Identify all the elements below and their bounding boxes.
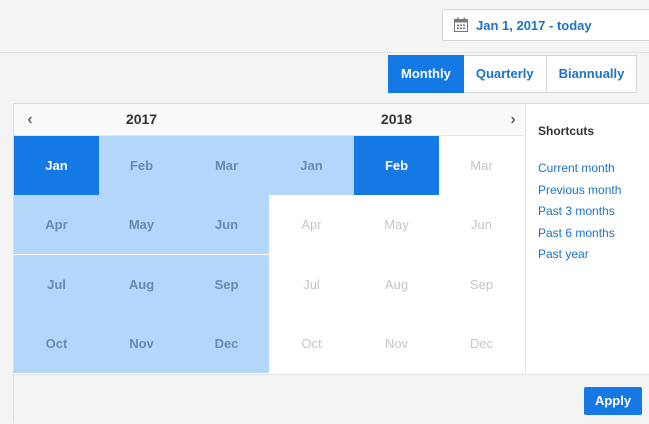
month-cell-2017-may[interactable]: May [99, 195, 184, 255]
shortcut-previous-month[interactable]: Previous month [538, 180, 649, 202]
tab-monthly[interactable]: Monthly [388, 55, 464, 93]
month-cell-2017-dec[interactable]: Dec [184, 313, 269, 373]
top-bar: Jan 1, 2017 - today [0, 0, 649, 53]
shortcut-past-3-months[interactable]: Past 3 months [538, 201, 649, 223]
month-cell-2017-sep[interactable]: Sep [184, 254, 269, 314]
shortcut-past-year[interactable]: Past year [538, 244, 649, 266]
month-cell-2017-nov[interactable]: Nov [99, 313, 184, 373]
month-cell-2017-jun[interactable]: Jun [184, 195, 269, 255]
shortcuts-title: Shortcuts [538, 124, 595, 138]
shortcuts-panel: Shortcuts Current month Previous month P… [525, 104, 649, 374]
tab-quarterly[interactable]: Quarterly [463, 55, 547, 93]
month-grid: Jan Feb Mar Apr May Jun Jul Aug Sep Oct Nov Dec Jan F… [14, 136, 524, 373]
month-cell-2018-jun[interactable]: Jun [439, 195, 524, 255]
month-cell-2017-oct[interactable]: Oct [14, 313, 99, 373]
month-cell-2018-oct[interactable]: Oct [269, 313, 354, 373]
month-cell-2017-jul[interactable]: Jul [14, 254, 99, 314]
month-cell-2018-feb[interactable]: Feb [354, 136, 439, 195]
calendar-area: ‹ 2017 2018 › Jan Feb Mar Apr May Jun Jul Aug Se… [14, 104, 524, 374]
month-cell-2018-may[interactable]: May [354, 195, 439, 255]
month-cell-2018-nov[interactable]: Nov [354, 313, 439, 373]
month-cell-2017-jan[interactable]: Jan [14, 136, 99, 195]
month-cell-2018-mar[interactable]: Mar [439, 136, 524, 195]
year-label-left: 2017 [125, 111, 158, 127]
month-cell-2018-sep[interactable]: Sep [439, 254, 524, 314]
shortcut-list: Current month Previous month Past 3 mont… [538, 158, 649, 266]
month-cell-2018-aug[interactable]: Aug [354, 254, 439, 314]
month-cell-2017-apr[interactable]: Apr [14, 195, 99, 255]
month-cell-2017-aug[interactable]: Aug [99, 254, 184, 314]
month-cell-2017-mar[interactable]: Mar [184, 136, 269, 195]
period-tabs: Monthly Quarterly Biannually [388, 55, 638, 93]
month-cell-2018-apr[interactable]: Apr [269, 195, 354, 255]
year-label-right: 2018 [380, 111, 413, 127]
date-range-button[interactable]: Jan 1, 2017 - today [442, 9, 649, 41]
shortcut-current-month[interactable]: Current month [538, 158, 649, 180]
month-range-picker: ‹ 2017 2018 › Jan Feb Mar Apr May Jun Jul Aug Se… [13, 103, 649, 424]
tab-biannually[interactable]: Biannually [546, 55, 638, 93]
year-header: ‹ 2017 2018 › [14, 104, 524, 136]
month-cell-2018-jul[interactable]: Jul [269, 254, 354, 314]
next-year-arrow-icon[interactable]: › [501, 104, 525, 135]
month-cell-2018-dec[interactable]: Dec [439, 313, 524, 373]
shortcut-past-6-months[interactable]: Past 6 months [538, 223, 649, 245]
calendar-icon [454, 17, 468, 32]
picker-footer: Apply [14, 374, 649, 424]
month-cell-2018-jan[interactable]: Jan [269, 136, 354, 195]
date-range-label: Jan 1, 2017 - today [476, 17, 592, 33]
apply-button[interactable]: Apply [584, 387, 642, 415]
month-cell-2017-feb[interactable]: Feb [99, 136, 184, 195]
